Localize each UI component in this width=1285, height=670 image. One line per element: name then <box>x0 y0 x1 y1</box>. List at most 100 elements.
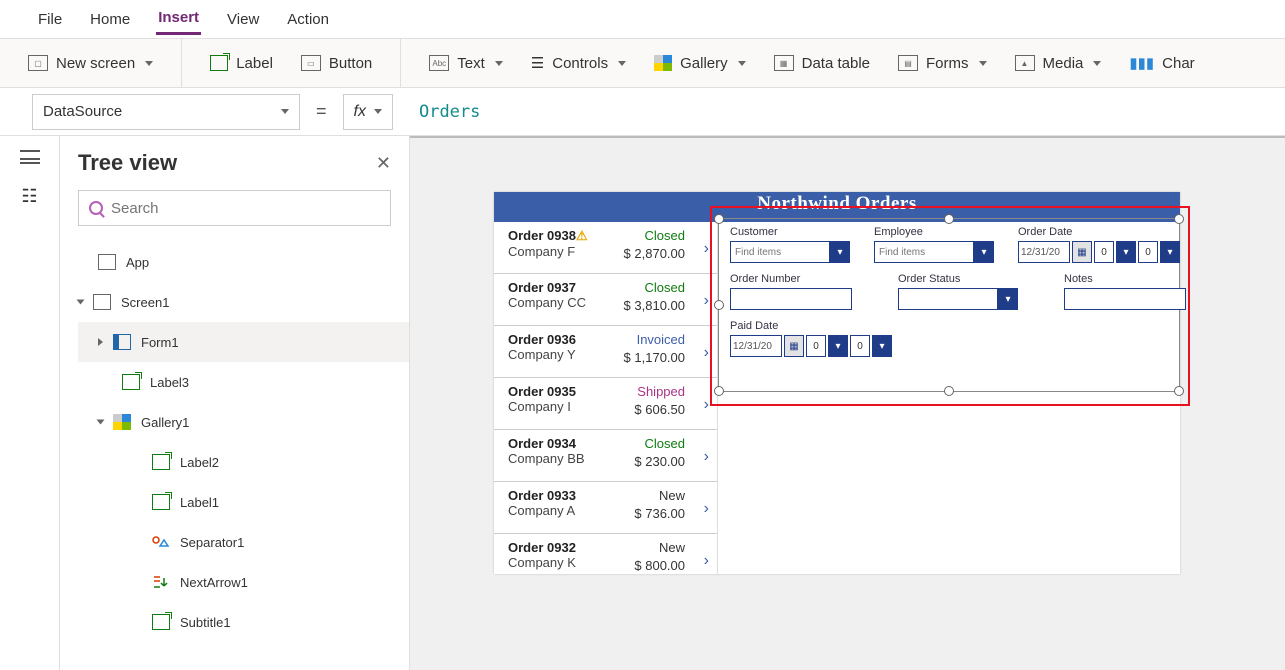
tree-node-nextarrow1[interactable]: NextArrow1 <box>78 562 409 602</box>
resize-handle[interactable] <box>714 214 724 224</box>
calendar-icon[interactable]: ▦ <box>784 335 804 357</box>
fx-icon: fx <box>354 103 366 121</box>
orderstatus-input[interactable] <box>898 288 998 310</box>
expander-icon[interactable] <box>77 300 85 305</box>
chevron-right-icon[interactable]: › <box>704 500 709 518</box>
chevron-down-icon <box>979 61 987 66</box>
tree-search[interactable] <box>78 190 391 226</box>
tree-node-form1[interactable]: Form1 <box>78 322 409 362</box>
tree-node-label1[interactable]: Label1 <box>78 482 409 522</box>
menu-file[interactable]: File <box>36 5 64 34</box>
hamburger-icon[interactable] <box>20 150 40 164</box>
tree-label: Screen1 <box>121 295 169 310</box>
insert-text-button[interactable]: Abc Text <box>429 55 503 72</box>
close-icon[interactable]: ✕ <box>376 153 391 174</box>
field-notes: Notes <box>1064 273 1186 310</box>
insert-label-button[interactable]: Label <box>210 55 273 72</box>
chevron-down-icon <box>1093 61 1101 66</box>
tree-node-subtitle1[interactable]: Subtitle1 <box>78 602 409 642</box>
employee-input[interactable] <box>874 241 974 263</box>
left-rail: ☷ <box>0 136 60 670</box>
insert-forms-button[interactable]: ▤ Forms <box>898 55 987 72</box>
chevron-down-icon[interactable]: ▾ <box>1116 241 1136 263</box>
resize-handle[interactable] <box>1174 214 1184 224</box>
insert-charts-button[interactable]: ▮▮▮ Char <box>1129 54 1194 72</box>
formula-input[interactable]: Orders <box>409 102 480 122</box>
resize-handle[interactable] <box>944 214 954 224</box>
menu-action[interactable]: Action <box>285 5 331 34</box>
chevron-down-icon[interactable]: ▾ <box>830 241 850 263</box>
gallery-item[interactable]: Order 0932Company KNew$ 800.00› <box>494 534 717 574</box>
gallery-item[interactable]: Order 0935Company IShipped$ 606.50› <box>494 378 717 430</box>
chevron-down-icon[interactable]: ▾ <box>872 335 892 357</box>
orderstatus-combobox[interactable]: ▾ <box>898 288 1018 310</box>
chevron-down-icon[interactable]: ▾ <box>974 241 994 263</box>
tree-view-icon[interactable]: ☷ <box>21 186 37 207</box>
forms-label: Forms <box>926 55 969 72</box>
gallery-item[interactable]: Order 0936Company YInvoiced$ 1,170.00› <box>494 326 717 378</box>
resize-handle[interactable] <box>1174 386 1184 396</box>
chevron-right-icon[interactable]: › <box>704 552 709 570</box>
resize-handle[interactable] <box>944 386 954 396</box>
charts-label: Char <box>1162 55 1195 72</box>
separator-icon <box>152 536 170 548</box>
new-screen-button[interactable]: ▢ New screen <box>28 55 153 72</box>
status-label: Invoiced <box>637 332 685 347</box>
new-screen-label: New screen <box>56 55 135 72</box>
chevron-right-icon[interactable]: › <box>704 344 709 362</box>
chevron-right-icon[interactable]: › <box>704 240 709 258</box>
insert-gallery-button[interactable]: Gallery <box>654 55 746 72</box>
gallery-item[interactable]: Order 0937Company CCClosed$ 3,810.00› <box>494 274 717 326</box>
status-label: Closed <box>645 228 685 243</box>
customer-input[interactable] <box>730 241 830 263</box>
orderdate-input[interactable] <box>1018 241 1070 263</box>
chevron-right-icon[interactable]: › <box>704 396 709 414</box>
expander-icon[interactable] <box>98 338 103 346</box>
search-input[interactable] <box>111 200 380 217</box>
menu-home[interactable]: Home <box>88 5 132 34</box>
tree-node-gallery1[interactable]: Gallery1 <box>78 402 409 442</box>
gallery-icon <box>654 55 672 71</box>
insert-datatable-button[interactable]: ▦ Data table <box>774 55 870 72</box>
gallery-item[interactable]: Order 0938⚠Company FClosed$ 2,870.00› <box>494 222 717 274</box>
charts-icon: ▮▮▮ <box>1129 54 1154 72</box>
menu-insert[interactable]: Insert <box>156 3 201 35</box>
resize-handle[interactable] <box>714 300 724 310</box>
employee-combobox[interactable]: ▾ <box>874 241 994 263</box>
field-label: Paid Date <box>730 320 892 332</box>
menu-view[interactable]: View <box>225 5 261 34</box>
paiddate-input[interactable] <box>730 335 782 357</box>
tree-node-app[interactable]: App <box>78 242 409 282</box>
chevron-right-icon[interactable]: › <box>704 448 709 466</box>
chevron-right-icon[interactable]: › <box>704 292 709 310</box>
canvas[interactable]: Northwind Orders Order 0938⚠Company FClo… <box>410 136 1285 670</box>
label-icon <box>152 494 170 510</box>
calendar-icon[interactable]: ▦ <box>1072 241 1092 263</box>
resize-handle[interactable] <box>714 386 724 396</box>
tree-label: App <box>126 255 149 270</box>
gallery-item[interactable]: Order 0933Company ANew$ 736.00› <box>494 482 717 534</box>
tree-node-separator1[interactable]: Separator1 <box>78 522 409 562</box>
chevron-down-icon[interactable]: ▾ <box>828 335 848 357</box>
hour-value: 0 <box>806 335 826 357</box>
field-orderstatus: Order Status ▾ <box>898 273 1018 310</box>
notes-input[interactable] <box>1064 288 1186 310</box>
tree-label: Label2 <box>180 455 219 470</box>
tree-node-label2[interactable]: Label2 <box>78 442 409 482</box>
chevron-down-icon <box>281 109 289 114</box>
property-selector[interactable]: DataSource <box>32 94 300 130</box>
insert-controls-button[interactable]: ☰ Controls <box>531 54 626 72</box>
fx-button[interactable]: fx <box>343 94 393 130</box>
tree-node-label3[interactable]: Label3 <box>78 362 409 402</box>
customer-combobox[interactable]: ▾ <box>730 241 850 263</box>
gallery-item[interactable]: Order 0934Company BBClosed$ 230.00› <box>494 430 717 482</box>
amount-label: $ 606.50 <box>634 402 685 417</box>
insert-media-button[interactable]: ▲ Media <box>1015 55 1102 72</box>
tree-node-screen1[interactable]: Screen1 <box>78 282 409 322</box>
chevron-down-icon[interactable]: ▾ <box>998 288 1018 310</box>
insert-button-button[interactable]: ▭ Button <box>301 55 372 72</box>
nextarrow-icon <box>152 575 170 589</box>
chevron-down-icon[interactable]: ▾ <box>1160 241 1180 263</box>
ordernumber-input[interactable] <box>730 288 852 310</box>
expander-icon[interactable] <box>97 420 105 425</box>
